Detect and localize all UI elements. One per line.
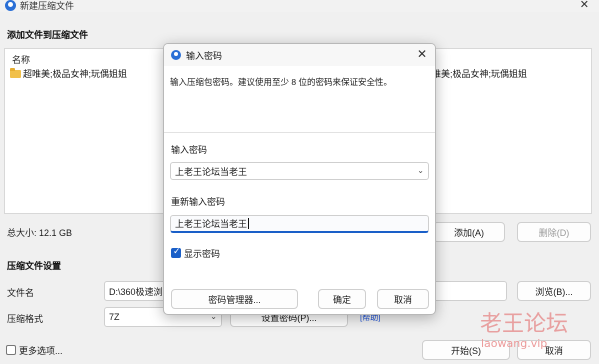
file-item-label: 超唯美;极品女神;玩偶姐姐: [23, 69, 128, 79]
dialog-title: 输入密码: [186, 51, 223, 61]
close-icon[interactable]: ✕: [580, 0, 589, 11]
confirm-password-label: 重新输入密码: [171, 197, 226, 207]
delete-button[interactable]: 删除(D): [517, 222, 591, 242]
app-logo-icon: [171, 50, 181, 60]
list-item[interactable]: 超唯美;极品女神;玩偶姐姐: [10, 67, 127, 80]
show-password-label: 显示密码: [184, 249, 221, 259]
ok-button[interactable]: 确定: [318, 289, 366, 309]
filename-label: 文件名: [7, 288, 35, 298]
total-size-text: 总大小: 12.1 GB: [7, 228, 73, 238]
browse-button[interactable]: 浏览(B)...: [517, 281, 591, 301]
chevron-down-icon[interactable]: ⌄: [417, 166, 424, 175]
confirm-password-input[interactable]: 上老王论坛当老王: [170, 215, 429, 233]
app-logo-icon: [5, 0, 16, 11]
close-icon[interactable]: ✕: [417, 47, 427, 61]
password-value: 上老王论坛当老王: [175, 166, 248, 177]
password-label: 输入密码: [171, 145, 208, 155]
more-options-label: 更多选项...: [19, 346, 63, 356]
watermark-logo-text: 老王论坛: [480, 312, 569, 337]
folder-icon: [10, 67, 21, 78]
password-dialog: 输入密码 ✕ 输入压缩包密码。建议使用至少 8 位的密码来保证安全性。 输入密码…: [163, 43, 436, 315]
confirm-password-value: 上老王论坛当老王: [175, 219, 248, 229]
name-column-header[interactable]: 名称: [12, 53, 30, 66]
main-title-bar: 新建压缩文件 ✕: [0, 0, 599, 12]
format-label: 压缩格式: [7, 314, 44, 324]
more-options-checkbox[interactable]: [6, 345, 16, 355]
settings-section-heading: 压缩文件设置: [7, 261, 62, 271]
filename-value: D:\360极速浏: [109, 286, 163, 297]
password-input[interactable]: 上老王论坛当老王 ⌄: [170, 162, 429, 180]
dialog-cancel-button[interactable]: 取消: [377, 289, 429, 309]
text-caret: [248, 218, 250, 229]
password-manager-button[interactable]: 密码管理器...: [171, 289, 298, 309]
show-password-checkbox[interactable]: [171, 246, 181, 258]
dialog-title-bar: 输入密码 ✕: [164, 44, 435, 66]
add-files-section-heading: 添加文件到压缩文件: [7, 30, 89, 40]
dialog-description: 输入压缩包密码。建议使用至少 8 位的密码来保证安全性。: [170, 77, 392, 87]
main-window-title: 新建压缩文件: [20, 1, 75, 11]
file-item-label-partial: 唯美;极品女神;玩偶姐姐: [432, 69, 528, 79]
format-value: 7Z: [109, 312, 120, 322]
watermark-url-text: laowang.vip: [481, 337, 548, 350]
divider: [164, 132, 435, 133]
add-button[interactable]: 添加(A): [433, 222, 505, 242]
